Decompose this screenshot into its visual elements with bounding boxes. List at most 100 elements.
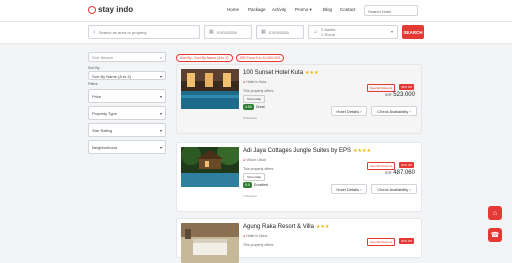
score-label: Excellent xyxy=(253,183,269,187)
sidebar-search-input[interactable]: Sort Search ⌕ xyxy=(88,52,166,62)
nav-blog[interactable]: Blog xyxy=(323,7,332,12)
filter-price-label: Price xyxy=(92,94,102,99)
location-pin-icon: ● xyxy=(243,234,246,238)
chevron-down-icon: ▾ xyxy=(159,111,162,116)
score-badge: 5.0 xyxy=(243,182,252,188)
filter-property-type[interactable]: Property Type ▾ xyxy=(88,106,166,120)
star-icon: ★★★ xyxy=(305,70,319,76)
hotel-photo[interactable] xyxy=(181,147,239,187)
hotel-offers: This property offers: xyxy=(243,167,275,171)
checkin-input[interactable]: ▦ 07/02/2026 xyxy=(204,25,252,39)
sort-tag[interactable]: Sort By : Sort By Name (A to Z) xyxy=(176,54,233,62)
filter-star-rating-label: Star Rating xyxy=(92,128,113,133)
chevron-down-icon: ▾ xyxy=(159,74,162,79)
hotel-price: IDR 487.060 xyxy=(385,170,415,176)
sort-label: Sort By xyxy=(88,66,100,70)
chevron-right-icon: › xyxy=(409,186,411,192)
chevron-right-icon: › xyxy=(360,108,362,114)
hotel-location: ● Hotel in Ubud xyxy=(243,234,267,238)
nav-activity[interactable]: Activity xyxy=(272,7,286,12)
search-button[interactable]: SEARCH xyxy=(402,25,424,39)
filter-property-type-label: Property Type xyxy=(92,111,117,116)
score-label: Great xyxy=(255,105,265,109)
destination-input[interactable]: ⌕ Search an area or property xyxy=(88,25,200,39)
destination-placeholder: Search an area or property xyxy=(98,29,147,35)
search-icon: ⌕ xyxy=(93,29,96,35)
hotel-details-label: Hotel Details xyxy=(336,108,360,114)
hotel-photo[interactable] xyxy=(181,223,239,263)
star-icon: ★★★★ xyxy=(353,148,371,154)
hotel-photo[interactable] xyxy=(181,69,239,109)
hotel-rating: 4.50 Great xyxy=(243,104,265,110)
hotel-card[interactable]: Adi Jaya Cottages Jungle Suites by EPS ★★… xyxy=(176,142,422,212)
search-bar: ⌕ Search an area or property ▦ 07/02/202… xyxy=(0,22,512,44)
check-availability-button[interactable]: Check Availability › xyxy=(371,106,417,116)
site-logo[interactable]: stay indo xyxy=(88,5,133,14)
discount-badge: 30% Off xyxy=(399,162,414,168)
hotel-details-button[interactable]: Hotel Details › xyxy=(331,106,367,116)
nav-home[interactable]: Home xyxy=(227,7,239,12)
filter-neighborhood-label: Neighborhood xyxy=(92,145,118,150)
nav-contact[interactable]: Contact xyxy=(340,7,356,12)
hotel-name-text: Agung Raka Resort & Villa xyxy=(243,224,314,230)
price-value: 523.000 xyxy=(393,92,415,98)
filter-sidebar: Sort Search ⌕ Sort By Sort By Name (A to… xyxy=(88,52,166,154)
hotel-details-button[interactable]: Hotel Details › xyxy=(331,184,367,194)
sort-value: Sort By Name (A to Z) xyxy=(92,74,132,79)
location-pin-icon: ● xyxy=(243,158,246,162)
chevron-down-icon: ▾ xyxy=(159,145,162,150)
logo-pin-icon xyxy=(88,5,96,14)
user-icon: ☺ xyxy=(313,29,319,35)
hotel-location-text: Villa in Ubud xyxy=(246,158,266,162)
filter-star-rating[interactable]: Star Rating ▾ xyxy=(88,123,166,137)
hotel-price: IDR 523.000 xyxy=(385,92,415,98)
hotel-location: ● Villa in Ubud xyxy=(243,158,266,162)
hotel-name-text: Adi Jaya Cottages Jungle Suites by EPS xyxy=(243,148,352,154)
guests-select[interactable]: ☺ 2 Adults 1 Room ▾ xyxy=(308,25,398,39)
sidebar-search-placeholder: Sort Search xyxy=(92,55,114,60)
checkout-input[interactable]: ▦ 07/03/2026 xyxy=(256,25,304,39)
show-map-button[interactable]: Show Map xyxy=(243,173,266,181)
nav-search-input[interactable]: Search Hotel xyxy=(364,5,418,16)
discount-badge: 38% Off xyxy=(399,84,414,90)
nav-package[interactable]: Package xyxy=(248,7,266,12)
hotel-name[interactable]: Adi Jaya Cottages Jungle Suites by EPS ★★… xyxy=(243,148,371,154)
chevron-right-icon: › xyxy=(360,186,362,192)
hotel-reviews[interactable]: 5 Reviews xyxy=(243,116,257,120)
sort-select[interactable]: Sort By Name (A to Z) ▾ xyxy=(88,71,166,80)
hotel-fab-button[interactable]: ⌂ xyxy=(488,206,502,220)
nav-promo[interactable]: Promo ▾ xyxy=(295,7,312,13)
star-icon: ★★★ xyxy=(315,224,330,230)
guests-adults: 2 Adults xyxy=(321,26,336,32)
hotel-name-text: 100 Sunset Hotel Kuta xyxy=(243,70,304,76)
price-currency: IDR xyxy=(384,92,392,97)
special-discount-badge: Special Discount xyxy=(367,162,396,170)
checkout-value: 07/03/2026 xyxy=(268,29,289,35)
checkin-value: 07/02/2026 xyxy=(216,29,237,35)
score-badge: 4.50 xyxy=(243,104,254,110)
hotel-reviews[interactable]: 1 Reviews xyxy=(243,194,257,198)
support-fab-button[interactable]: ☎ xyxy=(488,228,502,242)
filter-price[interactable]: Price ▾ xyxy=(88,89,166,103)
hotel-icon: ⌂ xyxy=(492,209,498,217)
calendar-icon: ▦ xyxy=(209,29,214,35)
special-discount-badge: Special Discount xyxy=(367,84,396,92)
hotel-location: ● Hotel in Kuta xyxy=(243,80,266,84)
show-map-button[interactable]: Show Map xyxy=(243,95,266,103)
filters-label: Filters xyxy=(88,82,98,86)
price-tag[interactable]: IDR From 0 to 10.000.000 xyxy=(235,54,285,62)
hotel-offers: This property offers: xyxy=(243,243,275,247)
hotel-card[interactable]: 100 Sunset Hotel Kuta ★★★ ● Hotel in Kuta… xyxy=(176,64,422,134)
hotel-rating: 5.0 Excellent xyxy=(243,182,268,188)
filter-neighborhood[interactable]: Neighborhood ▾ xyxy=(88,140,166,154)
hotel-name[interactable]: 100 Sunset Hotel Kuta ★★★ xyxy=(243,70,319,76)
chevron-down-icon: ▾ xyxy=(159,128,162,133)
location-pin-icon: ● xyxy=(243,80,246,84)
hotel-location-text: Hotel in Kuta xyxy=(246,80,267,84)
support-icon: ☎ xyxy=(490,232,500,239)
hotel-name[interactable]: Agung Raka Resort & Villa ★★★ xyxy=(243,224,329,230)
hotel-card[interactable]: Agung Raka Resort & Villa ★★★ ● Hotel in … xyxy=(176,218,422,263)
chevron-down-icon: ▾ xyxy=(390,29,393,34)
check-availability-button[interactable]: Check Availability › xyxy=(371,184,417,194)
calendar-icon: ▦ xyxy=(261,29,266,35)
